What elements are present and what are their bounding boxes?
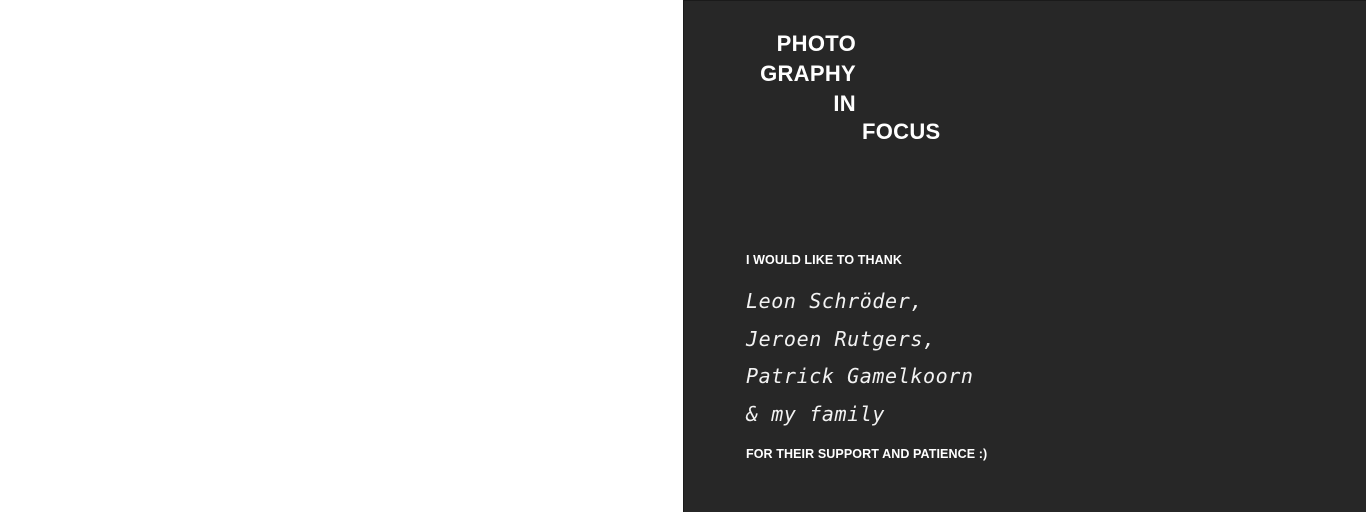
acknowledged-name: Patrick Gamelkoorn xyxy=(746,364,974,388)
acknowledged-name: Leon Schröder, xyxy=(746,289,923,313)
title-line-in: IN xyxy=(833,91,856,116)
right-page: PHOTO GRAPHY IN FOCUS I WOULD LIKE TO TH… xyxy=(683,0,1366,512)
left-page-blank xyxy=(0,0,683,512)
title-line-graphy: GRAPHY xyxy=(760,61,856,86)
book-spread: PHOTO GRAPHY IN FOCUS I WOULD LIKE TO TH… xyxy=(0,0,1366,512)
title-line-photo: PHOTO xyxy=(776,31,856,56)
acknowledged-names-list: Leon Schröder, Jeroen Rutgers, Patrick G… xyxy=(746,283,974,433)
acknowledgement-outro: FOR THEIR SUPPORT AND PATIENCE :) xyxy=(746,447,988,461)
acknowledged-name: & my family xyxy=(746,401,886,426)
acknowledgement-intro: I WOULD LIKE TO THANK xyxy=(746,253,903,267)
title-line-focus: FOCUS xyxy=(862,119,941,144)
acknowledged-name: Jeroen Rutgers, xyxy=(746,326,936,351)
